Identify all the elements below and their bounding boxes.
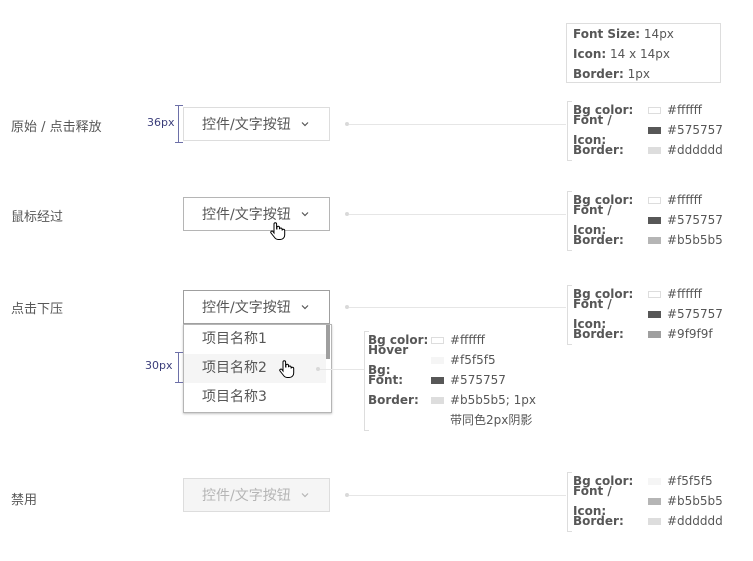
color-swatch [648,330,661,338]
color-swatch [648,196,661,204]
dropdown-normal[interactable]: 控件/文字按钮 [183,107,330,141]
dimension-36-marker [175,105,183,143]
color-swatch [648,146,661,154]
connector-line [349,495,566,496]
chevron-down-icon [301,305,309,310]
spec-disabled: Bg color: #f5f5f5 Font / Icon: #b5b5b5 Bor… [573,474,723,528]
connector-line [349,124,566,125]
spec-hover: Bg color: #ffffff Font / Icon: #575757 Bor… [573,193,723,247]
spec-bracket [567,191,572,251]
state-label-pressed: 点击下压 [11,302,64,317]
spec-menu: Bg color: #ffffff Hover Bg: #f5f5f5 Font: #… [368,330,536,430]
color-swatch [648,290,661,298]
spec-normal: Bg color: #ffffff Font / Icon: #575757 Bor… [573,103,723,157]
dropdown-pressed[interactable]: 控件/文字按钮 [183,290,330,324]
menu-scrollbar[interactable] [326,325,330,359]
spec-bracket [567,472,572,532]
color-swatch [431,376,444,384]
dimension-30-label: 30px [145,359,173,372]
color-swatch [648,477,661,485]
dropdown-text: 控件/文字按钮 [202,300,291,316]
connector-line [320,369,364,370]
dropdown-menu: 项目名称1 项目名称2 项目名称3 [183,324,332,413]
state-label-normal: 原始 / 点击释放 [11,120,102,135]
spec-bracket [567,101,572,161]
chevron-down-icon [301,493,309,498]
spec-pressed: Bg color: #ffffff Font / Icon: #575757 Bor… [573,287,723,341]
color-swatch [431,356,444,364]
dropdown-hover[interactable]: 控件/文字按钮 [183,197,330,231]
chevron-down-icon [301,122,309,127]
chevron-down-icon [301,212,309,217]
menu-item-hover[interactable]: 项目名称2 [184,354,326,383]
color-swatch [431,396,444,404]
dimension-30-marker [175,352,183,383]
state-label-disabled: 禁用 [11,493,38,508]
connector-line [349,307,566,308]
color-swatch [648,517,661,525]
state-label-hover: 鼠标经过 [11,210,64,225]
color-swatch [431,336,444,344]
color-swatch [648,216,661,224]
dropdown-disabled: 控件/文字按钮 [183,478,330,512]
color-swatch [648,497,661,505]
base-spec: Font Size: 14px Icon: 14 x 14px Border: … [573,27,674,81]
menu-item[interactable]: 项目名称1 [184,325,326,354]
hand-pointer-icon [270,222,286,240]
color-swatch [648,236,661,244]
color-swatch [648,310,661,318]
dimension-36-label: 36px [147,116,175,129]
hand-pointer-icon [279,360,295,378]
color-swatch [648,106,661,114]
shadow-note: 带同色2px阴影 [450,413,533,427]
dropdown-text: 控件/文字按钮 [202,117,291,133]
connector-line [349,214,566,215]
color-swatch [648,126,661,134]
spec-bracket [567,285,572,345]
menu-item[interactable]: 项目名称3 [184,383,326,412]
dropdown-text: 控件/文字按钮 [202,488,291,504]
